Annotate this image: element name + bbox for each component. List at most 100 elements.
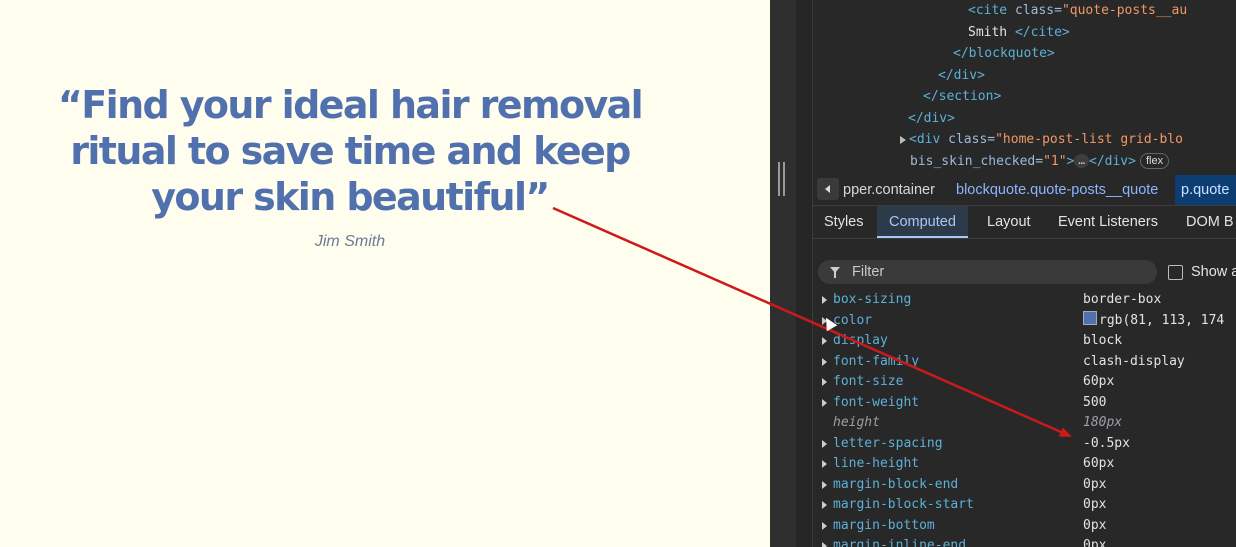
expand-triangle-icon[interactable] <box>822 521 827 530</box>
computed-property-row[interactable]: display block <box>813 331 1236 351</box>
breadcrumb-scroll-left-icon[interactable] <box>817 178 839 200</box>
computed-property-row[interactable]: line-height 60px <box>813 454 1236 474</box>
property-name: font-size <box>833 374 904 389</box>
dom-tree-line[interactable]: </div> <box>908 108 955 129</box>
dom-token: > <box>1066 153 1075 169</box>
dom-tree-line[interactable]: <cite class="quote-posts__au <box>968 0 1187 21</box>
expand-triangle-icon[interactable] <box>822 439 827 448</box>
devtools-panel: <cite class="quote-posts__au Smith </cite… <box>770 0 1236 547</box>
computed-property-row[interactable]: font-weight 500 <box>813 393 1236 413</box>
filter-placeholder: Filter <box>852 264 885 280</box>
expand-triangle-icon[interactable] <box>822 357 827 366</box>
computed-property-row[interactable]: margin-inline-end 0px <box>813 536 1236 547</box>
expand-triangle-icon[interactable] <box>900 135 906 144</box>
expand-triangle-icon[interactable] <box>822 542 827 547</box>
resize-handle-icon[interactable] <box>778 162 787 196</box>
dom-token: class= <box>1014 3 1062 18</box>
expand-triangle-icon[interactable] <box>822 296 827 304</box>
dom-tree-line[interactable]: </blockquote> <box>953 43 1055 64</box>
expand-ellipsis-button[interactable]: … <box>1074 154 1089 168</box>
breadcrumb-item[interactable]: pper.container <box>843 175 935 205</box>
expand-triangle-icon[interactable] <box>822 460 827 468</box>
tab-dom-breakpoints[interactable]: DOM B <box>1186 206 1234 238</box>
property-value-text: 0px <box>1083 476 1107 492</box>
property-value-text: border-box <box>1083 292 1162 307</box>
property-name: margin-block-start <box>833 497 974 512</box>
property-value-text: 60px <box>1083 374 1115 389</box>
dom-token: <div <box>909 132 949 147</box>
tab-event-listeners[interactable]: Event Listeners <box>1058 206 1158 238</box>
expand-triangle-icon[interactable] <box>822 337 827 345</box>
dom-tree-line[interactable]: Smith </cite> <box>968 22 1070 43</box>
property-value-text: 0px <box>1083 497 1107 512</box>
property-name: line-height <box>833 456 920 471</box>
property-value-text: 60px <box>1083 456 1115 471</box>
dom-gutter <box>796 0 813 547</box>
property-value-text: rgb(81, 113, 174 <box>1099 312 1225 328</box>
computed-property-row[interactable]: margin-block-start 0px <box>813 495 1236 515</box>
property-name: letter-spacing <box>833 435 943 451</box>
tab-computed[interactable]: Computed <box>877 206 968 238</box>
devtools-side-strip <box>770 0 797 547</box>
dom-token: </div> <box>1089 153 1136 169</box>
dom-token: "quote-posts__au <box>1061 3 1188 18</box>
dom-tree-line[interactable]: <div class="home-post-list grid-blo <box>900 129 1183 150</box>
expand-triangle-icon[interactable] <box>822 378 827 386</box>
quote-line: ritual to save time and keep <box>70 129 631 173</box>
property-value: 0px <box>1083 536 1106 547</box>
expand-triangle-icon[interactable] <box>822 501 827 509</box>
elements-dom-tree[interactable]: <cite class="quote-posts__au Smith </cite… <box>813 0 1236 172</box>
filter-input[interactable]: Filter <box>818 260 1157 284</box>
property-value: rgb(81, 113, 174 <box>1083 310 1225 331</box>
flex-badge[interactable]: flex <box>1139 153 1170 169</box>
dom-token: <cite <box>968 3 1015 18</box>
property-name: height <box>833 415 880 430</box>
property-name: display <box>833 333 888 348</box>
dom-token: </section> <box>923 89 1002 104</box>
breadcrumb: pper.container blockquote.quote-posts__q… <box>813 175 1236 206</box>
computed-property-row[interactable]: height 180px <box>813 413 1236 433</box>
expand-triangle-icon[interactable] <box>822 398 827 407</box>
property-value-text: 500 <box>1083 394 1107 410</box>
computed-property-row[interactable]: color rgb(81, 113, 174 <box>813 310 1236 331</box>
computed-property-row[interactable]: font-family clash-display <box>813 352 1236 372</box>
dom-tree-line[interactable]: bis_skin_checked="1">… </div> flex <box>910 151 1170 172</box>
dom-token: "1" <box>1043 153 1067 169</box>
color-swatch[interactable] <box>1083 310 1097 325</box>
computed-property-row[interactable]: letter-spacing -0.5px <box>813 434 1236 454</box>
quote-line: your skin beautiful” <box>151 175 550 219</box>
computed-filter-row: Filter Show a <box>813 254 1236 288</box>
property-name: margin-inline-end <box>833 538 967 547</box>
quote-line: “Find your ideal hair removal <box>57 83 644 127</box>
tab-layout[interactable]: Layout <box>987 206 1031 238</box>
dom-tree-line[interactable]: </section> <box>923 86 1001 107</box>
quote-text: “Find your ideal hair removal ritual to … <box>30 82 670 220</box>
breadcrumb-item[interactable]: blockquote.quote-posts__quote <box>956 175 1158 205</box>
breadcrumb-item-selected[interactable]: p.quote <box>1175 175 1236 205</box>
computed-property-row[interactable]: font-size 60px <box>813 372 1236 392</box>
property-value-text: -0.5px <box>1083 435 1130 451</box>
computed-property-row[interactable]: margin-bottom 0px <box>813 516 1236 536</box>
property-name: box-sizing <box>833 292 912 307</box>
computed-property-row[interactable]: box-sizing border-box <box>813 290 1236 310</box>
show-all-checkbox[interactable] <box>1168 265 1183 280</box>
property-value-text: clash-display <box>1083 353 1185 369</box>
tab-styles[interactable]: Styles <box>824 206 864 238</box>
property-value: -0.5px <box>1083 434 1130 454</box>
dom-tree-line[interactable]: </div> <box>938 65 985 86</box>
computed-property-row[interactable]: margin-block-end 0px <box>813 475 1236 495</box>
expand-triangle-icon[interactable] <box>822 480 827 489</box>
property-value: 60px <box>1083 454 1114 474</box>
property-value: 180px <box>1083 413 1122 433</box>
dom-token: </div> <box>938 67 985 83</box>
property-name: color <box>833 312 873 328</box>
dom-token: </div> <box>908 110 955 126</box>
filter-icon <box>830 267 840 278</box>
property-value: clash-display <box>1083 352 1185 372</box>
property-value: 0px <box>1083 495 1106 515</box>
property-name: font-weight <box>833 394 920 410</box>
property-name: margin-bottom <box>833 517 935 533</box>
property-name: margin-block-end <box>833 476 959 492</box>
show-all-label: Show a <box>1191 264 1236 280</box>
property-value-text: 180px <box>1083 415 1123 430</box>
